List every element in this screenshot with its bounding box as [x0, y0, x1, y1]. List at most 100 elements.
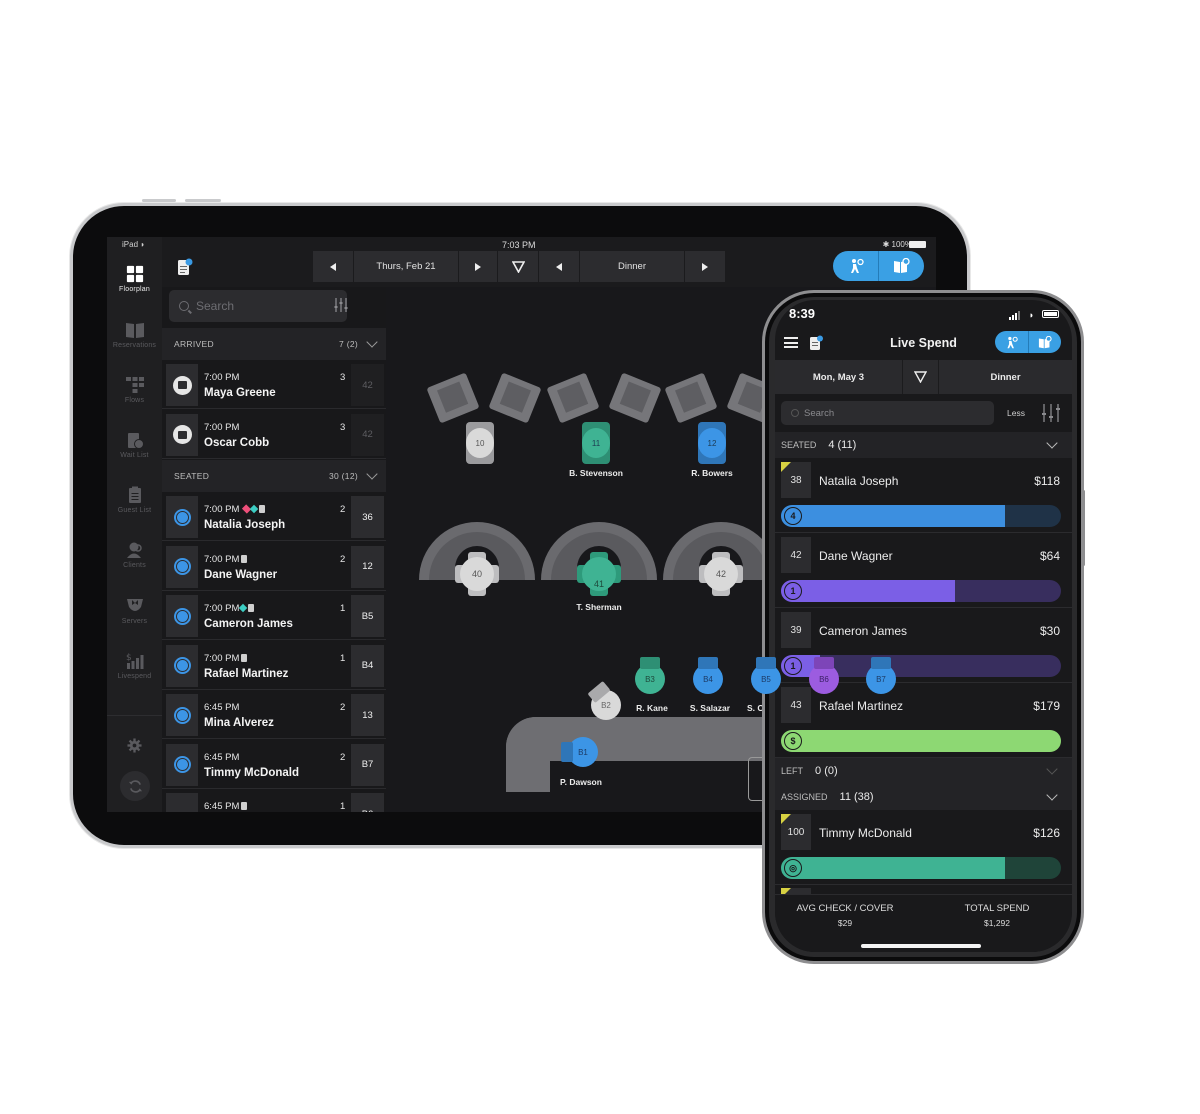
course-icon: ◎ — [784, 859, 802, 877]
shift-selector[interactable]: Dinner — [939, 360, 1072, 394]
reservation-row[interactable]: 7:00 PM Oscar Cobb 3 42 — [162, 410, 386, 459]
clients-search-icon — [126, 542, 142, 558]
table-badge[interactable]: 36 — [351, 496, 384, 538]
search-input[interactable]: Search — [169, 290, 347, 322]
reservation-row[interactable]: 6:45 PM Timmy McDonald 2 B7 — [162, 740, 386, 789]
section-assigned[interactable]: ASSIGNED 11 (38) — [775, 784, 1072, 810]
prev-date-button[interactable] — [313, 251, 353, 282]
walk-in-icon — [850, 258, 864, 273]
filter-button[interactable] — [903, 360, 939, 394]
spend-card[interactable]: 42 Dane Wagner $64 1 — [775, 533, 1072, 608]
prev-shift-button[interactable] — [539, 251, 579, 282]
note-icon — [248, 604, 255, 613]
spend-amount: $118 — [1034, 474, 1060, 488]
add-reservation-icon — [1038, 335, 1052, 348]
gear-icon[interactable] — [127, 738, 142, 753]
table-10[interactable]: 10 — [466, 422, 494, 464]
spend-card[interactable]: 38 Natalia Joseph $118 4 — [775, 458, 1072, 533]
table-badge[interactable]: B6 — [351, 793, 384, 812]
table-41[interactable]: 41 — [577, 552, 621, 596]
next-date-button[interactable] — [459, 251, 497, 282]
search-input[interactable]: Search — [781, 401, 994, 425]
reservation-row[interactable]: 7:00 PM Maya Greene 3 42 — [162, 360, 386, 409]
grid-icon — [126, 265, 143, 283]
guest-name: Dane Wagner — [819, 549, 893, 563]
time-text: 7:00 PM — [204, 652, 240, 664]
table-40[interactable]: 40 — [455, 552, 499, 596]
sidebar-item-guest-list[interactable]: Guest List — [107, 486, 162, 514]
party-size: 1 — [340, 652, 346, 664]
table-11[interactable]: 11 — [582, 422, 610, 464]
home-indicator[interactable] — [861, 944, 981, 948]
section-arrived[interactable]: ARRIVED 7 (2) — [162, 328, 386, 360]
bar-seat-B3[interactable]: B3 — [635, 657, 665, 694]
section-count: 4 (11) — [828, 439, 857, 451]
next-shift-button[interactable] — [685, 251, 725, 282]
sidebar-item-servers[interactable]: Servers — [107, 597, 162, 625]
chevron-down-icon — [1046, 789, 1058, 801]
search-icon — [791, 409, 799, 417]
phone-screen: 8:39 ◗ Live Spend Mon, May 3 Dinner Sear… — [775, 300, 1072, 952]
notes-icon[interactable] — [177, 258, 193, 276]
table-42[interactable]: 42 — [699, 552, 743, 596]
seat-number: B3 — [645, 674, 655, 684]
date-selector[interactable]: Thurs, Feb 21 — [354, 251, 458, 282]
server-label: T. Sherman — [576, 602, 622, 612]
guest-name: Oscar Cobb — [204, 436, 270, 449]
section-seated[interactable]: SEATED 30 (12) — [162, 460, 386, 492]
time-text: 6:45 PM — [204, 702, 240, 713]
sidebar-item-livespend[interactable]: $ Livespend — [107, 652, 162, 680]
sidebar-item-clients[interactable]: Clients — [107, 541, 162, 569]
section-seated[interactable]: SEATED 4 (11) — [775, 432, 1072, 458]
spend-card[interactable]: 100 Timmy McDonald $126 ◎ — [775, 810, 1072, 885]
time-text: 7:00 PM — [204, 372, 240, 383]
sync-button[interactable] — [120, 771, 150, 801]
add-reservation-button[interactable] — [879, 251, 924, 281]
bar-seat-B5[interactable]: B5 — [751, 657, 781, 694]
bar-seat-B4[interactable]: B4 — [693, 657, 723, 694]
table-badge[interactable]: B7 — [351, 743, 384, 786]
table-badge[interactable]: B4 — [351, 644, 384, 687]
reservation-row[interactable]: 7:00 PM Rafael Martinez 1 B4 — [162, 641, 386, 690]
sidebar-item-reservations[interactable]: Reservations — [107, 321, 162, 349]
sliders-icon[interactable] — [334, 298, 348, 312]
chevron-down-icon — [366, 336, 378, 348]
sidebar-item-floorplan[interactable]: Floorplan — [107, 265, 162, 293]
add-reservation-button[interactable] — [1029, 331, 1062, 353]
shift-selector[interactable]: Dinner — [580, 251, 684, 282]
reservation-row[interactable]: 7:00 PM Natalia Joseph 2 36 — [162, 492, 386, 541]
table-number-text: 100 — [787, 826, 805, 838]
walk-in-button[interactable] — [995, 331, 1029, 353]
reservation-row[interactable]: 7:00 PM Cameron James 1 B5 — [162, 591, 386, 640]
seated-status-icon — [173, 706, 191, 724]
guest-name: Cameron James — [819, 624, 908, 638]
reservation-row[interactable]: 6:45 PM 1 B6 — [162, 789, 386, 812]
less-toggle[interactable]: Less — [1007, 408, 1025, 418]
sliders-icon[interactable] — [1041, 404, 1061, 422]
reservation-time: 7:00 PM — [204, 372, 239, 383]
reservation-time: 7:00 PM — [204, 422, 239, 433]
sidebar-item-flows[interactable]: Flows — [107, 376, 162, 404]
time-text: 7:00 PM — [204, 421, 240, 433]
bar-seat-B2[interactable]: B2 — [587, 680, 621, 720]
reservation-row[interactable]: 7:00 PM Dane Wagner 2 12 — [162, 542, 386, 591]
table-badge[interactable]: 12 — [351, 545, 384, 588]
table-number: 38 — [781, 462, 811, 498]
status-avatar — [166, 545, 198, 588]
sidebar-item-wait-list[interactable]: Wait List — [107, 431, 162, 459]
table-badge[interactable]: 42 — [351, 413, 384, 456]
table-badge[interactable]: 42 — [351, 364, 384, 406]
section-left[interactable]: LEFT 0 (0) — [775, 758, 1072, 784]
filter-button[interactable] — [498, 251, 538, 282]
bar-seat-B6[interactable]: B6 — [809, 657, 839, 694]
bar-seat-B7[interactable]: B7 — [866, 657, 896, 694]
chair — [561, 742, 573, 762]
table-12[interactable]: 12 — [698, 422, 726, 464]
date-selector[interactable]: Mon, May 3 — [775, 360, 903, 394]
walk-in-button[interactable] — [833, 251, 879, 281]
spend-card[interactable]: 43 Rafael Martinez $179 $ — [775, 683, 1072, 758]
reservation-row[interactable]: 6:45 PM Mina Alverez 2 13 — [162, 690, 386, 739]
table-badge[interactable]: 13 — [351, 694, 384, 736]
table-badge[interactable]: B5 — [351, 595, 384, 637]
bar-seat-B1[interactable]: B1 — [561, 737, 598, 767]
